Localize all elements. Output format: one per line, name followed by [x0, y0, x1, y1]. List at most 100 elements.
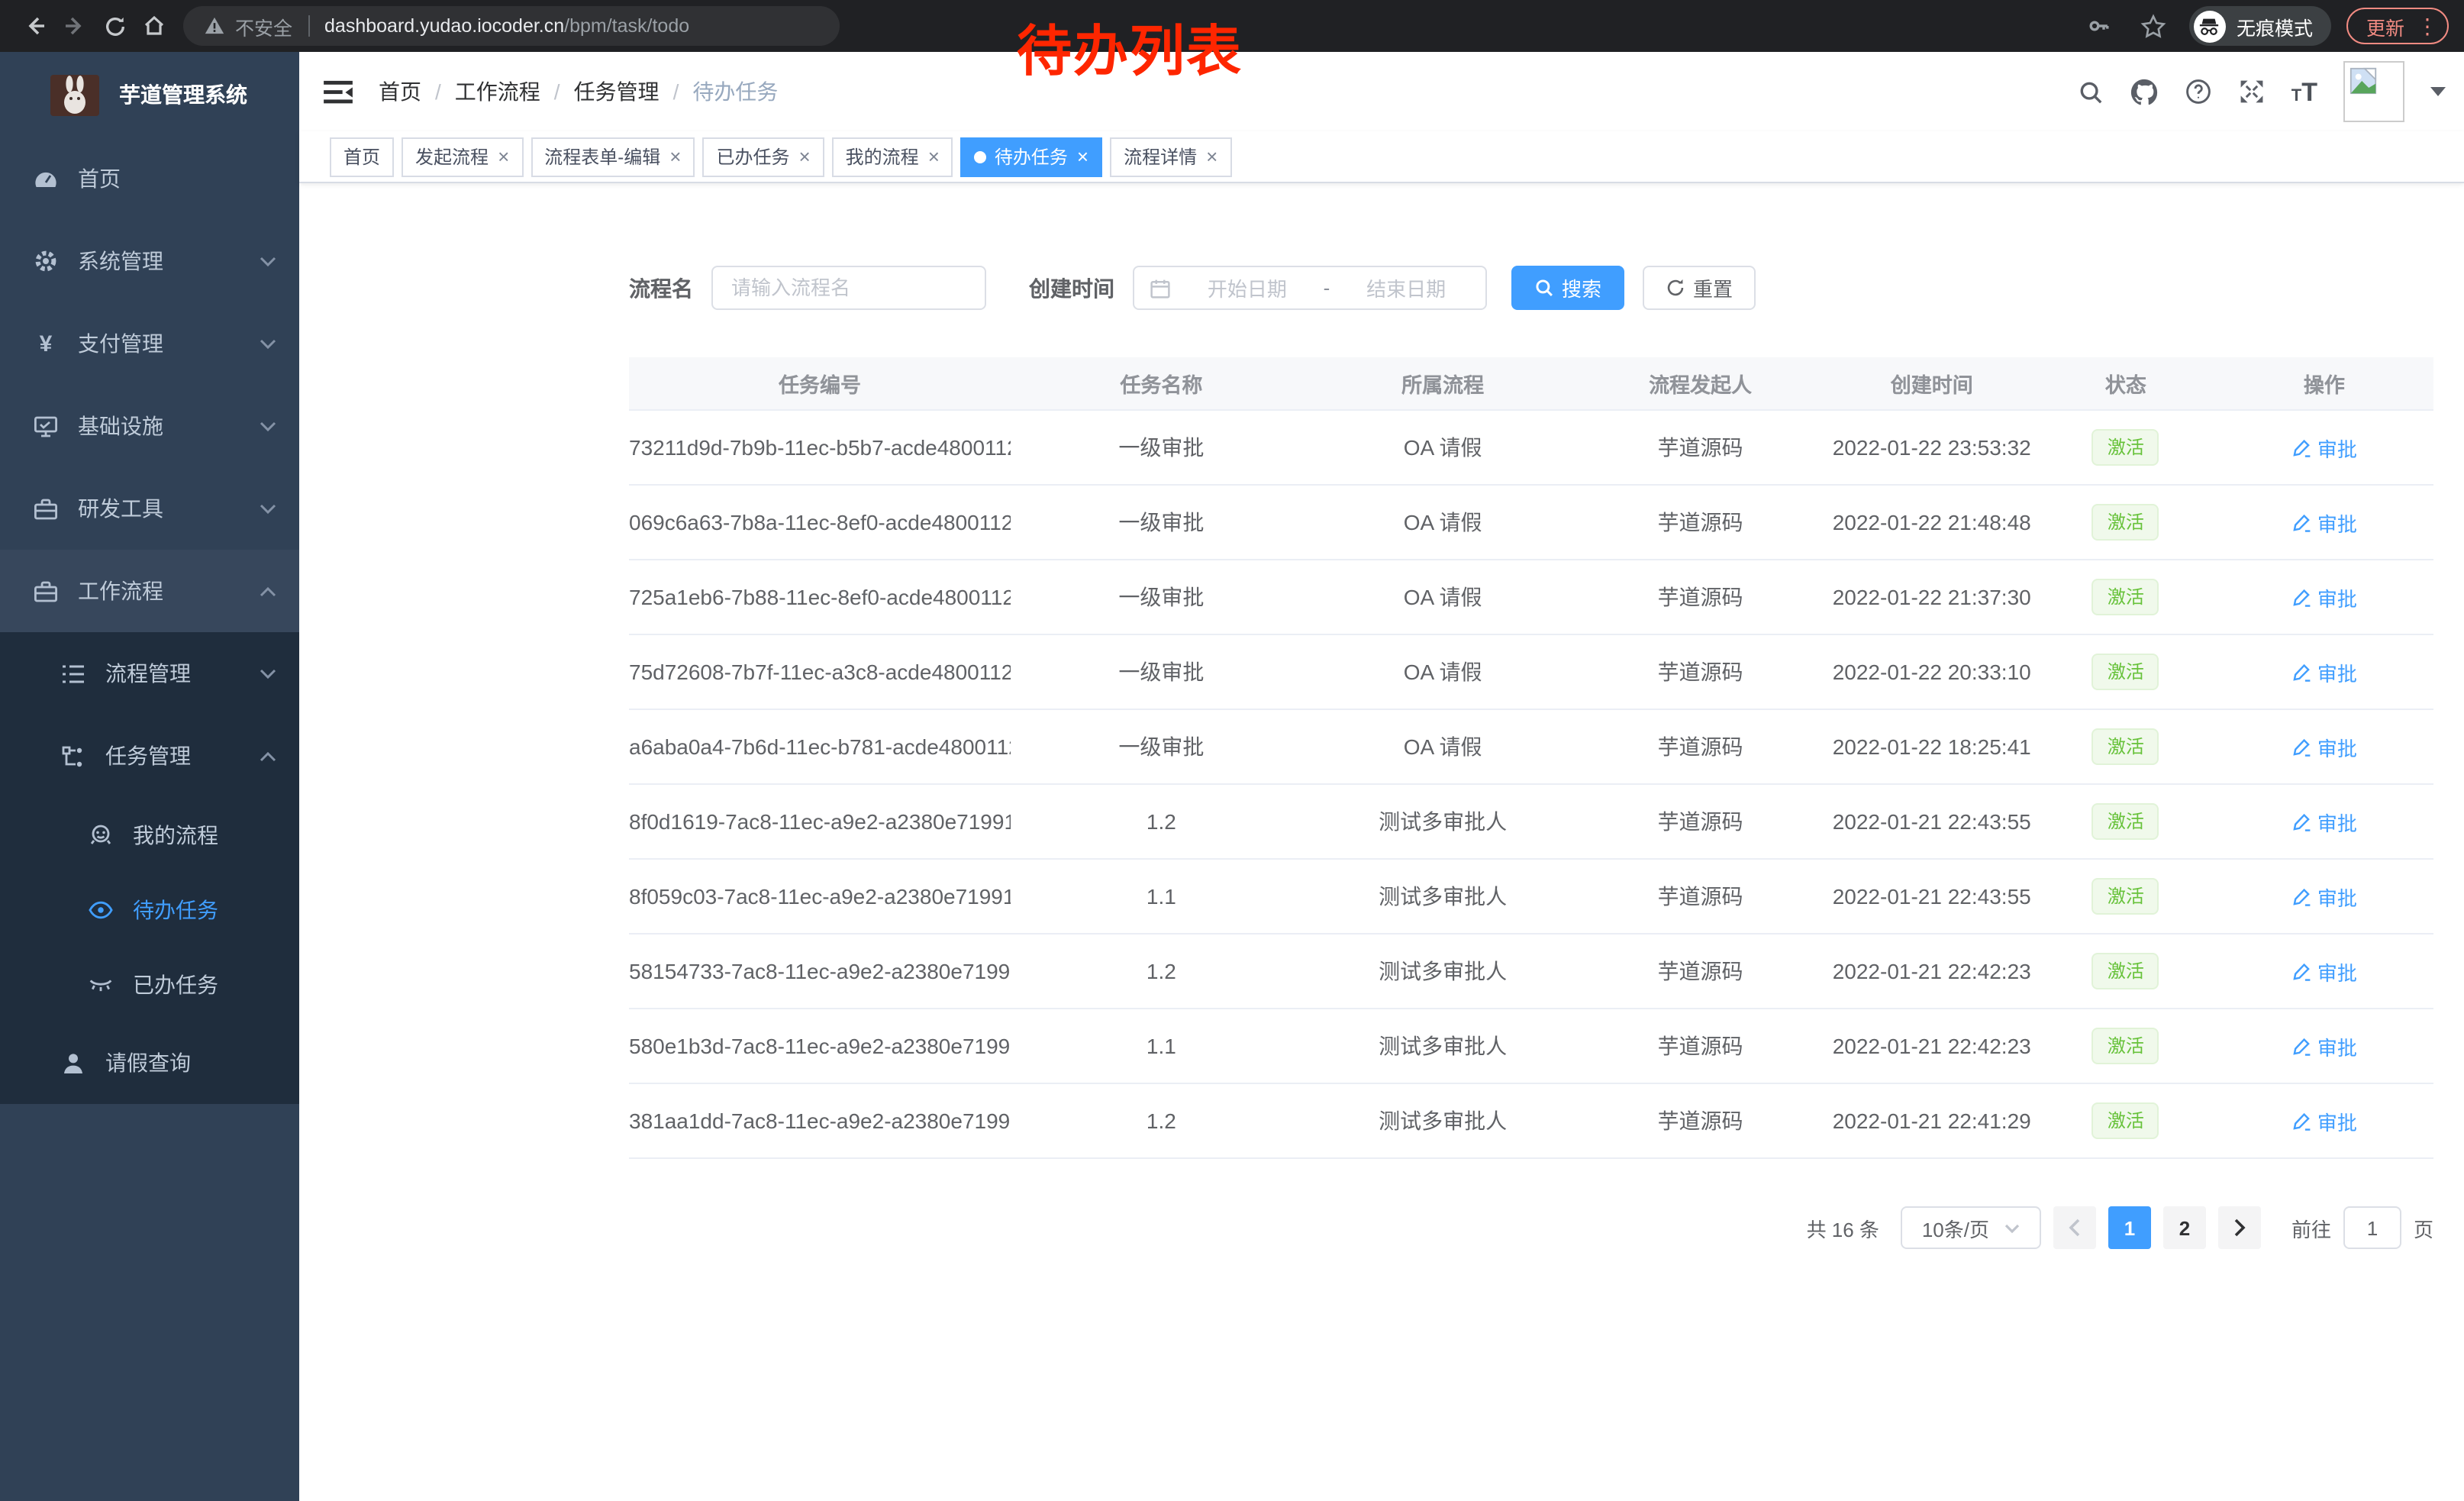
cell-process: OA 请假	[1312, 657, 1574, 687]
sidebar-item-12[interactable]: 请假查询	[0, 1022, 299, 1104]
approve-link[interactable]: 审批	[2291, 433, 2357, 462]
sidebar-item-label: 流程管理	[105, 658, 191, 689]
approve-link[interactable]: 审批	[2291, 882, 2357, 911]
tag-6[interactable]: 待办任务×	[961, 137, 1102, 176]
forward-icon[interactable]	[55, 6, 95, 46]
approve-link[interactable]: 审批	[2291, 732, 2357, 761]
yen-icon: ¥	[34, 331, 58, 356]
face-icon	[89, 822, 113, 847]
breadcrumb-home[interactable]: 首页	[379, 76, 421, 107]
cell-starter: 芋道源码	[1574, 806, 1827, 837]
breadcrumb-task-mgmt[interactable]: 任务管理	[574, 76, 660, 107]
sidebar-item-7[interactable]: 流程管理	[0, 632, 299, 715]
approve-link[interactable]: 审批	[2291, 1031, 2357, 1060]
reset-button[interactable]: 重置	[1643, 266, 1756, 310]
back-icon[interactable]	[15, 6, 55, 46]
page-button-1[interactable]: 1	[2108, 1206, 2151, 1249]
approve-link[interactable]: 审批	[2291, 508, 2357, 537]
sidebar-item-label: 请假查询	[105, 1047, 191, 1078]
cell-task-name: 1.2	[1011, 809, 1312, 834]
total-count: 共 16 条	[1807, 1213, 1879, 1242]
tag-5[interactable]: 我的流程×	[832, 137, 953, 176]
key-icon[interactable]	[2079, 6, 2119, 46]
app-logo[interactable]: 芋道管理系统	[0, 52, 299, 137]
table-row: 8f0d1619-7ac8-11ec-a9e2-a2380e71991a1.2测…	[629, 785, 2433, 860]
close-icon[interactable]: ×	[1077, 147, 1088, 166]
toolbox-icon	[34, 496, 58, 521]
avatar-dropdown-icon[interactable]	[2430, 87, 2446, 104]
approve-link[interactable]: 审批	[2291, 957, 2357, 986]
cell-process: 测试多审批人	[1312, 1106, 1574, 1136]
tag-3[interactable]: 流程表单-编辑×	[531, 137, 695, 176]
search-icon[interactable]	[2078, 79, 2104, 105]
avatar[interactable]	[2343, 61, 2404, 122]
incognito-icon	[2194, 10, 2226, 42]
app-title: 芋道管理系统	[119, 79, 247, 110]
cell-task-id: a6aba0a4-7b6d-11ec-b781-acde48001122	[629, 734, 1011, 759]
sidebar-item-8[interactable]: 任务管理	[0, 715, 299, 797]
approve-link[interactable]: 审批	[2291, 1106, 2357, 1135]
sidebar-item-label: 我的流程	[133, 819, 218, 850]
date-range-picker[interactable]: 开始日期 - 结束日期	[1133, 266, 1487, 310]
sidebar-item-label: 系统管理	[78, 246, 163, 276]
sidebar-item-label: 工作流程	[78, 576, 163, 606]
home-icon[interactable]	[134, 6, 174, 46]
pen-icon	[2291, 1111, 2311, 1131]
status-badge: 激活	[2092, 953, 2159, 989]
breadcrumb-current: 待办任务	[692, 76, 778, 107]
tag-label: 首页	[343, 144, 380, 169]
cell-created: 2022-01-21 22:43:55	[1827, 809, 2037, 834]
text-size-icon[interactable]: TT	[2291, 79, 2317, 105]
annotation-text: 待办列表	[1017, 8, 1243, 87]
sidebar-item-9[interactable]: 我的流程	[0, 797, 299, 872]
cell-task-id: 725a1eb6-7b88-11ec-8ef0-acde48001122	[629, 585, 1011, 609]
process-name-input[interactable]	[711, 266, 986, 310]
search-button[interactable]: 搜索	[1511, 266, 1624, 310]
breadcrumb-workflow[interactable]: 工作流程	[455, 76, 540, 107]
cell-process: 测试多审批人	[1312, 806, 1574, 837]
bookmark-star-icon[interactable]	[2134, 6, 2174, 46]
page-button-2[interactable]: 2	[2163, 1206, 2206, 1249]
help-icon[interactable]	[2185, 78, 2212, 105]
sidebar-item-4[interactable]: 基础设施	[0, 385, 299, 467]
next-page-button[interactable]	[2218, 1206, 2261, 1249]
tag-2[interactable]: 发起流程×	[402, 137, 523, 176]
cell-created: 2022-01-21 22:43:55	[1827, 884, 2037, 909]
close-icon[interactable]: ×	[1206, 147, 1217, 166]
reload-icon[interactable]	[95, 6, 134, 46]
approve-link[interactable]: 审批	[2291, 583, 2357, 612]
prev-page-button[interactable]	[2053, 1206, 2096, 1249]
sidebar-item-1[interactable]: 首页	[0, 137, 299, 220]
cell-created: 2022-01-22 23:53:32	[1827, 435, 2037, 460]
search-button-icon	[1534, 278, 1554, 298]
tag-1[interactable]: 首页	[330, 137, 394, 176]
sidebar-item-5[interactable]: 研发工具	[0, 467, 299, 550]
tag-4[interactable]: 已办任务×	[702, 137, 824, 176]
sidebar-item-3[interactable]: ¥支付管理	[0, 302, 299, 385]
sidebar-item-10[interactable]: 待办任务	[0, 872, 299, 947]
approve-link[interactable]: 审批	[2291, 657, 2357, 686]
update-button[interactable]: 更新 ⋮	[2346, 8, 2449, 44]
table-row: 75d72608-7b7f-11ec-a3c8-acde48001122一级审批…	[629, 635, 2433, 710]
approve-link[interactable]: 审批	[2291, 807, 2357, 836]
chevron-up-icon	[260, 750, 276, 761]
address-divider	[308, 15, 309, 37]
address-bar[interactable]: 不安全 dashboard.yudao.iocoder.cn/bpm/task/…	[183, 6, 840, 46]
github-icon[interactable]	[2130, 77, 2159, 106]
close-icon[interactable]: ×	[928, 147, 940, 166]
sidebar-item-label: 任务管理	[105, 741, 191, 771]
close-icon[interactable]: ×	[669, 147, 681, 166]
sidebar-item-2[interactable]: 系统管理	[0, 220, 299, 302]
fullscreen-icon[interactable]	[2238, 78, 2266, 105]
pen-icon	[2291, 662, 2311, 682]
close-icon[interactable]: ×	[798, 147, 810, 166]
goto-page-input[interactable]	[2343, 1206, 2401, 1249]
browser-menu-icon[interactable]: ⋮	[2417, 15, 2438, 37]
sidebar-collapse-icon[interactable]	[321, 75, 354, 108]
status-badge: 激活	[2092, 803, 2159, 840]
sidebar-item-11[interactable]: 已办任务	[0, 947, 299, 1022]
sidebar-item-6[interactable]: 工作流程	[0, 550, 299, 632]
close-icon[interactable]: ×	[498, 147, 509, 166]
tag-7[interactable]: 流程详情×	[1110, 137, 1231, 176]
page-size-select[interactable]: 10条/页	[1901, 1206, 2041, 1249]
